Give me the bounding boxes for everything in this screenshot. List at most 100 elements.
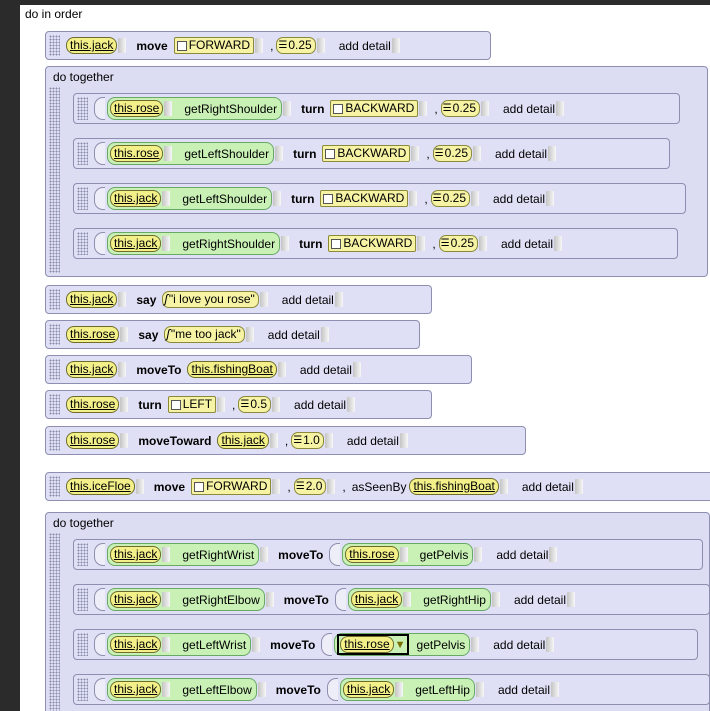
dropdown-wedge-icon[interactable] [473, 146, 481, 161]
statement-rose-rightshoulder-turn[interactable]: this.rose getRightShoulder turn BACKWARD … [73, 93, 680, 124]
object-tile[interactable]: this.rose [110, 100, 164, 117]
dropdown-wedge-icon[interactable] [347, 397, 356, 412]
direction-param[interactable]: BACKWARD [330, 100, 419, 117]
dropdown-wedge-icon[interactable] [162, 236, 171, 251]
dropdown-wedge-icon[interactable] [120, 397, 129, 412]
object-tile[interactable]: this.jack [110, 190, 162, 207]
dropdown-wedge-icon[interactable] [316, 38, 325, 53]
add-detail-button[interactable]: add detail [498, 683, 550, 697]
direction-param[interactable]: FORWARD [191, 478, 272, 495]
dropdown-wedge-icon[interactable] [352, 362, 361, 377]
amount-param[interactable]: ☰ 0.25 [430, 190, 470, 207]
dropdown-wedge-icon[interactable] [283, 101, 292, 116]
dropdown-wedge-icon[interactable] [474, 547, 483, 562]
statement-jack-moveto[interactable]: this.jack moveTo this.fishingBoat add de… [45, 355, 472, 384]
drag-handle[interactable] [49, 289, 60, 310]
dropdown-wedge-icon[interactable] [120, 433, 129, 448]
dropdown-wedge-icon[interactable] [320, 327, 329, 342]
dropdown-wedge-icon[interactable] [391, 38, 400, 53]
dropdown-wedge-icon[interactable] [399, 433, 408, 448]
selected-object-tile[interactable]: this.rose ▼ [337, 634, 409, 655]
dropdown-wedge-icon[interactable] [549, 547, 558, 562]
dropdown-wedge-icon[interactable] [324, 433, 333, 448]
direction-param[interactable]: BACKWARD [322, 145, 411, 162]
drag-handle[interactable] [49, 35, 60, 56]
object-tile[interactable]: this.jack [110, 636, 162, 653]
amount-param[interactable]: ☰ 0.5 [238, 396, 272, 413]
dropdown-wedge-icon[interactable] [259, 292, 268, 307]
drag-handle[interactable] [49, 359, 60, 380]
direction-param[interactable]: FORWARD [173, 37, 255, 54]
direction-param[interactable]: BACKWARD [328, 235, 417, 252]
dropdown-wedge-icon[interactable] [118, 362, 127, 377]
text-param[interactable]: ʃ "me too jack" [164, 326, 245, 343]
drag-handle[interactable] [49, 430, 60, 451]
statement-icefloe-move[interactable]: this.iceFloe move FORWARD , ☰ 2.0 , asSee… [45, 472, 710, 501]
target-object-tile[interactable]: this.fishingBoat [409, 478, 499, 495]
drag-handle[interactable] [49, 394, 60, 415]
dropdown-wedge-icon[interactable] [164, 146, 173, 161]
dropdown-wedge-icon[interactable] [265, 592, 274, 607]
amount-param[interactable]: ☰ 0.25 [440, 100, 480, 117]
drag-handle[interactable] [77, 678, 88, 701]
add-detail-button[interactable]: add detail [522, 480, 574, 494]
statement-jack-leftshoulder-turn[interactable]: this.jack getLeftShoulder turn BACKWARD ,… [73, 183, 686, 214]
object-tile[interactable]: this.jack [110, 546, 162, 563]
amount-param[interactable]: ☰ 1.0 [291, 432, 324, 449]
drag-handle[interactable] [49, 324, 60, 345]
object-tile[interactable]: this.jack [110, 681, 162, 698]
dropdown-wedge-icon[interactable] [475, 682, 484, 697]
dropdown-wedge-icon[interactable] [471, 191, 479, 206]
add-detail-button[interactable]: add detail [493, 192, 545, 206]
dropdown-wedge-icon[interactable] [277, 362, 286, 377]
dropdown-wedge-icon[interactable] [499, 479, 508, 494]
dropdown-wedge-icon[interactable] [162, 637, 171, 652]
drag-handle[interactable] [77, 543, 88, 566]
dropdown-wedge-icon[interactable] [491, 592, 500, 607]
statement-jack-rightwrist-moveto[interactable]: this.jack getRightWrist moveTo this.rose g… [73, 539, 703, 570]
object-tile[interactable]: this.jack [66, 37, 118, 54]
getter-expression[interactable]: this.jack getRightShoulder [107, 232, 281, 255]
dropdown-wedge-icon[interactable] [411, 146, 420, 161]
dropdown-wedge-icon[interactable] [275, 146, 284, 161]
dropdown-wedge-icon[interactable] [409, 191, 418, 206]
drag-handle[interactable] [77, 588, 88, 611]
dropdown-triangle-icon[interactable]: ▼ [395, 639, 406, 651]
object-tile[interactable]: this.rose [66, 432, 120, 449]
add-detail-button[interactable]: add detail [493, 638, 545, 652]
dropdown-wedge-icon[interactable] [257, 682, 266, 697]
dropdown-wedge-icon[interactable] [162, 682, 171, 697]
drag-handle[interactable] [77, 187, 88, 210]
dropdown-wedge-icon[interactable] [548, 146, 557, 161]
amount-param[interactable]: ☰ 2.0 [293, 478, 327, 495]
dropdown-wedge-icon[interactable] [417, 236, 426, 251]
drag-handle[interactable] [77, 633, 88, 656]
add-detail-button[interactable]: add detail [282, 293, 334, 307]
statement-jack-leftelbow-moveto[interactable]: this.jack getLeftElbow moveTo this.jack ge… [73, 674, 710, 705]
dropdown-wedge-icon[interactable] [566, 592, 575, 607]
object-tile[interactable]: this.jack [66, 361, 118, 378]
amount-param[interactable]: ☰ 0.25 [438, 235, 478, 252]
getter-expression[interactable]: this.jack getLeftWrist [107, 633, 252, 656]
dropdown-wedge-icon[interactable] [135, 479, 144, 494]
dropdown-wedge-icon[interactable] [269, 433, 278, 448]
text-param[interactable]: ʃ "i love you rose" [162, 291, 259, 308]
dropdown-wedge-icon[interactable] [546, 637, 555, 652]
dropdown-wedge-icon[interactable] [245, 327, 254, 342]
dropdown-wedge-icon[interactable] [479, 236, 487, 251]
add-detail-button[interactable]: add detail [268, 328, 320, 342]
object-tile[interactable]: this.iceFloe [66, 478, 135, 495]
add-detail-button[interactable]: add detail [300, 363, 352, 377]
statement-jack-move[interactable]: this.jack move FORWARD , ☰ 0.25 add detai… [45, 31, 491, 60]
dropdown-wedge-icon[interactable] [471, 637, 480, 652]
dropdown-wedge-icon[interactable] [252, 637, 261, 652]
add-detail-button[interactable]: add detail [495, 147, 547, 161]
dropdown-wedge-icon[interactable] [334, 292, 343, 307]
direction-param[interactable]: LEFT [167, 396, 217, 413]
add-detail-button[interactable]: add detail [294, 398, 346, 412]
dropdown-wedge-icon[interactable] [118, 292, 127, 307]
statement-rose-movetoward[interactable]: this.rose moveToward this.jack , ☰ 1.0 ad… [45, 426, 526, 455]
dropdown-wedge-icon[interactable] [403, 592, 412, 607]
drag-handle[interactable] [77, 142, 88, 165]
target-object-tile[interactable]: this.jack [217, 432, 269, 449]
